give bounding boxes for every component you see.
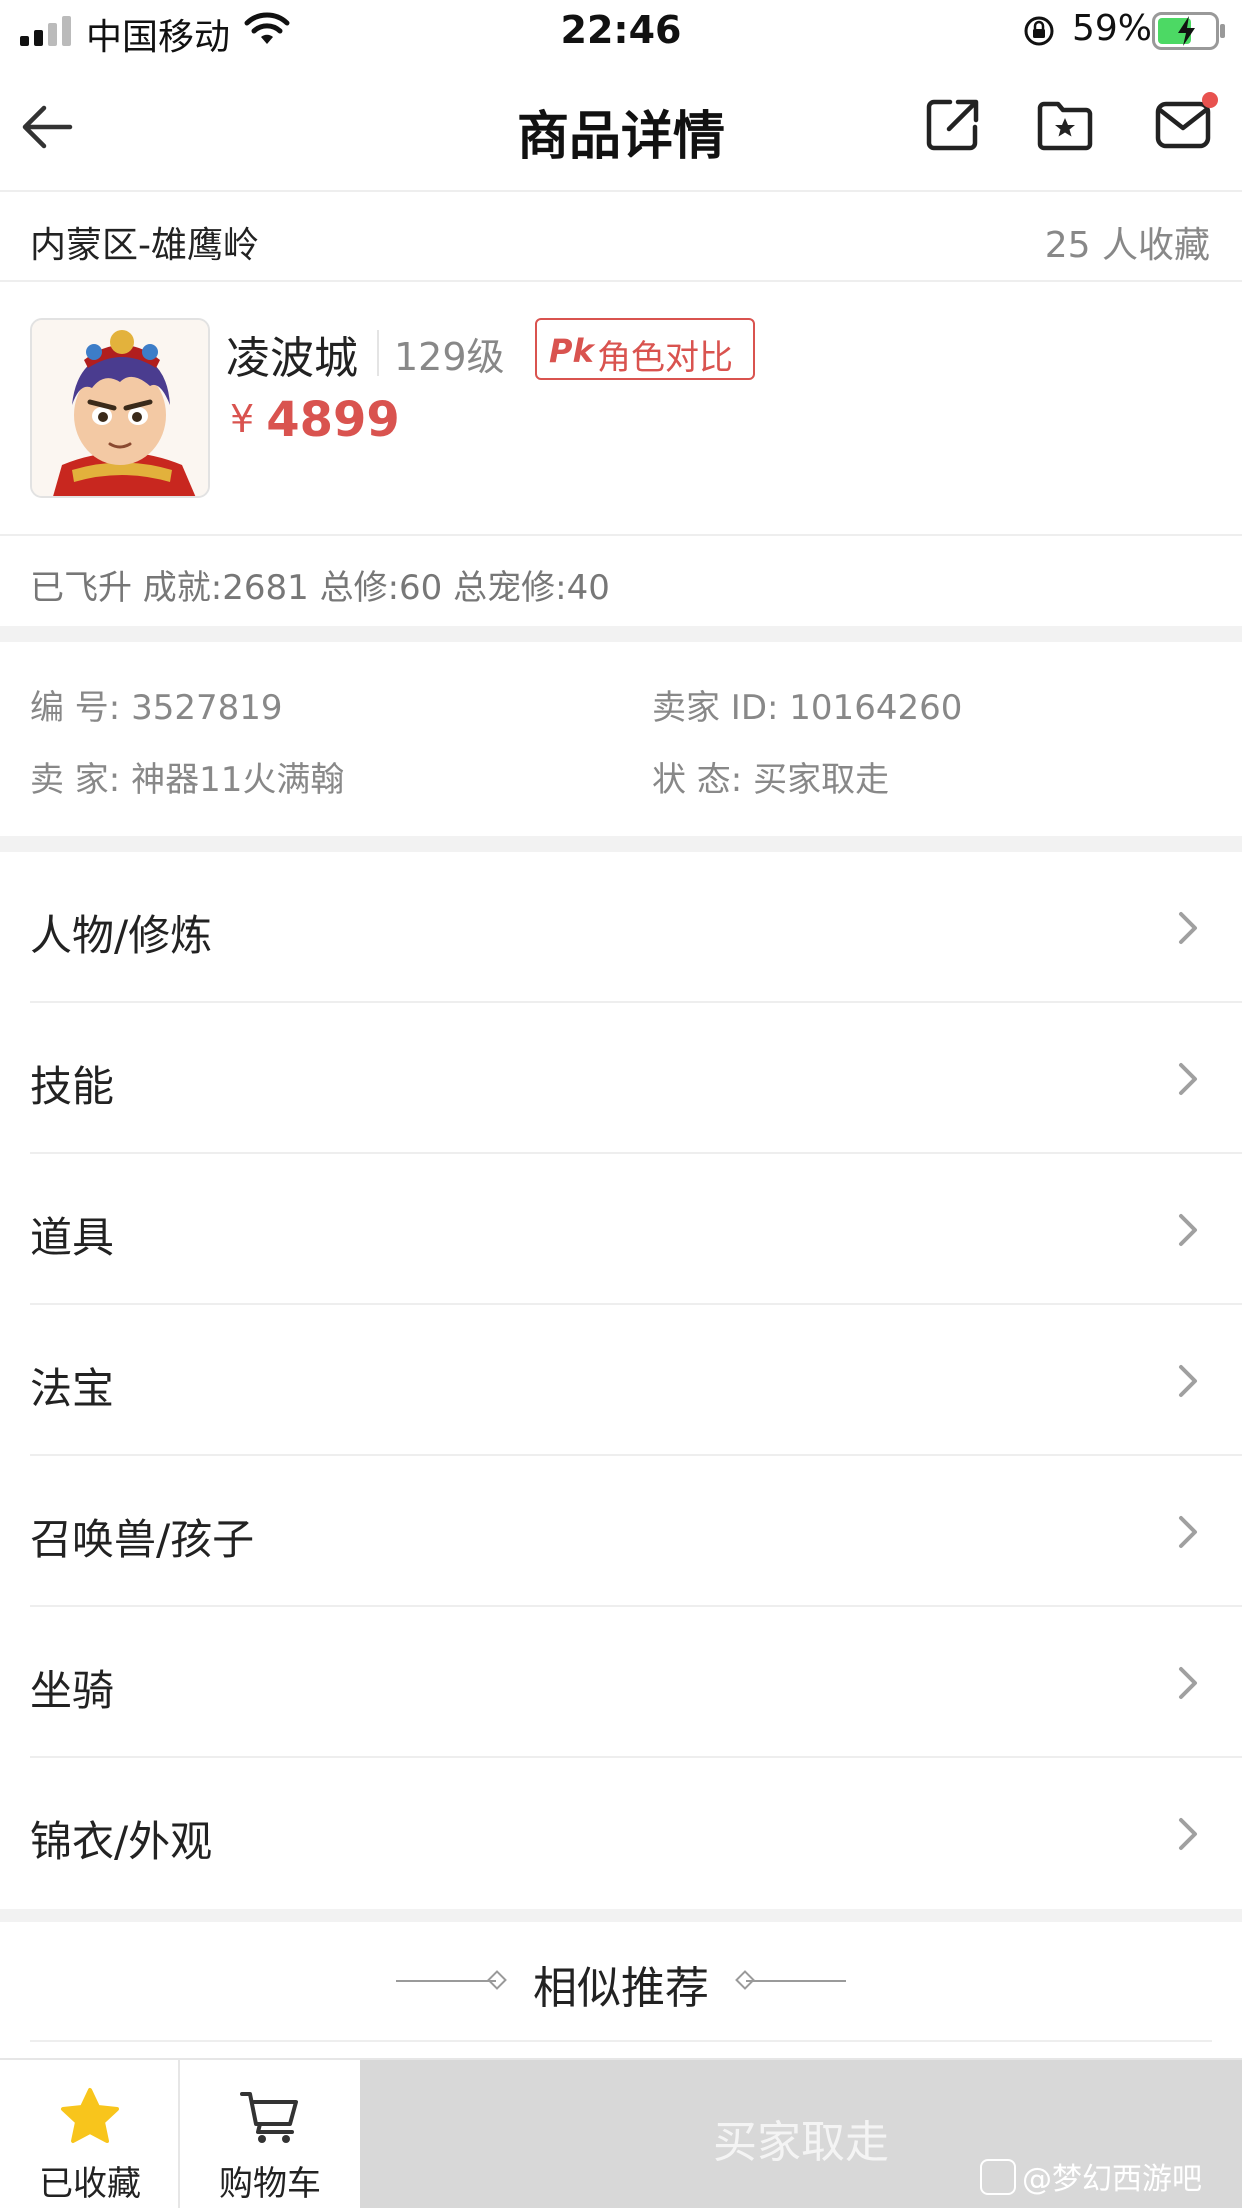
price-amount: 4899	[266, 392, 400, 448]
role-level: 129级	[394, 335, 505, 379]
battery-percent: 59%	[1072, 8, 1153, 49]
favorited-label: 已收藏	[39, 2164, 141, 2204]
character-portrait-icon	[32, 320, 208, 496]
ornament-line	[746, 1980, 846, 1982]
seller: 卖 家: 神器11火满翰	[30, 752, 344, 801]
server-row: 内蒙区-雄鹰岭 25 人收藏	[0, 192, 1242, 282]
battery-charging-icon	[1152, 12, 1225, 50]
nav-bar: 商品详情	[0, 62, 1242, 192]
cart-label: 购物车	[219, 2164, 321, 2204]
menu-item-label: 锦衣/外观	[30, 1817, 213, 1866]
item-id: 编 号: 3527819	[30, 680, 283, 729]
menu-item-skills[interactable]: 技能	[0, 1003, 1242, 1154]
status-value: 买家取走	[753, 760, 890, 800]
menu-item-label: 人物/修炼	[30, 911, 213, 960]
similar-heading: 相似推荐	[533, 1963, 709, 2014]
similar-section: 相似推荐	[0, 1922, 1242, 2042]
role-summary: 凌波城 129级 Pk 角色对比 ¥4899	[0, 282, 1242, 534]
role-avatar[interactable]	[30, 318, 210, 498]
server-name: 内蒙区-雄鹰岭	[30, 225, 259, 266]
chevron-right-icon	[1179, 1516, 1197, 1548]
favorite-folder-icon[interactable]	[1036, 96, 1094, 154]
share-icon[interactable]	[924, 96, 982, 154]
menu-item-pets[interactable]: 召唤兽/孩子	[0, 1456, 1242, 1607]
section-gap	[0, 626, 1242, 642]
item-status: 状 态: 买家取走	[652, 752, 889, 801]
section-gap	[0, 1909, 1242, 1922]
unread-dot	[1202, 92, 1218, 108]
seller-id-label: 卖家 ID:	[652, 688, 779, 728]
menu-item-items[interactable]: 道具	[0, 1154, 1242, 1305]
menu-item-outfits[interactable]: 锦衣/外观	[0, 1758, 1242, 1909]
seller-id-value: 10164260	[789, 688, 963, 728]
divider	[377, 330, 379, 376]
divider	[30, 2040, 1212, 2042]
item-id-label: 编 号:	[30, 688, 121, 728]
item-info: 编 号: 3527819 卖家 ID: 10164260 卖 家: 神器11火满…	[0, 642, 1242, 836]
role-stats-row: 已飞升 成就:2681 总修:60 总宠修:40	[0, 534, 1242, 626]
status-label: 状 态:	[652, 760, 743, 800]
seller-id: 卖家 ID: 10164260	[652, 680, 962, 729]
chevron-right-icon	[1179, 1063, 1197, 1095]
role-compare-button[interactable]: Pk 角色对比	[535, 318, 755, 380]
chevron-right-icon	[1179, 1818, 1197, 1850]
menu-item-mounts[interactable]: 坐骑	[0, 1607, 1242, 1758]
watermark-text: @梦幻西游吧	[1022, 2162, 1202, 2197]
role-school: 凌波城	[226, 333, 358, 384]
watermark: @梦幻西游吧	[980, 2154, 1202, 2198]
star-icon	[61, 2088, 119, 2143]
menu-item-label: 坐骑	[30, 1666, 115, 1715]
menu-item-treasures[interactable]: 法宝	[0, 1305, 1242, 1456]
status-bar: 中国移动 22:46 59%	[0, 0, 1242, 62]
role-compare-label: 角色对比	[597, 338, 733, 378]
role-stats: 已飞升 成就:2681 总修:60 总宠修:40	[30, 568, 610, 608]
menu-item-label: 技能	[30, 1062, 115, 1111]
section-gap	[0, 836, 1242, 852]
chevron-right-icon	[1179, 1365, 1197, 1397]
menu-item-character[interactable]: 人物/修炼	[0, 852, 1242, 1003]
favorite-count: 25 人收藏	[1044, 225, 1210, 266]
chevron-right-icon	[1179, 1667, 1197, 1699]
chevron-right-icon	[1179, 1214, 1197, 1246]
seller-label: 卖 家:	[30, 760, 121, 800]
item-id-value: 3527819	[131, 688, 283, 728]
currency-symbol: ¥	[230, 397, 255, 441]
tieba-logo-icon	[980, 2159, 1016, 2195]
menu-item-label: 法宝	[30, 1364, 115, 1413]
pk-icon: Pk	[549, 332, 594, 370]
orientation-lock-icon	[1024, 16, 1054, 46]
cart-button[interactable]: 购物车	[180, 2060, 360, 2208]
chevron-right-icon	[1179, 912, 1197, 944]
favorited-button[interactable]: 已收藏	[0, 2060, 180, 2208]
seller-value: 神器11火满翰	[131, 760, 345, 800]
price: ¥4899	[230, 392, 400, 448]
menu-item-label: 道具	[30, 1213, 115, 1262]
detail-menu: 人物/修炼 技能 道具 法宝 召唤兽/孩子 坐骑 锦衣/外观	[0, 852, 1242, 1909]
shopping-cart-icon	[240, 2092, 298, 2143]
menu-item-label: 召唤兽/孩子	[30, 1515, 255, 1564]
